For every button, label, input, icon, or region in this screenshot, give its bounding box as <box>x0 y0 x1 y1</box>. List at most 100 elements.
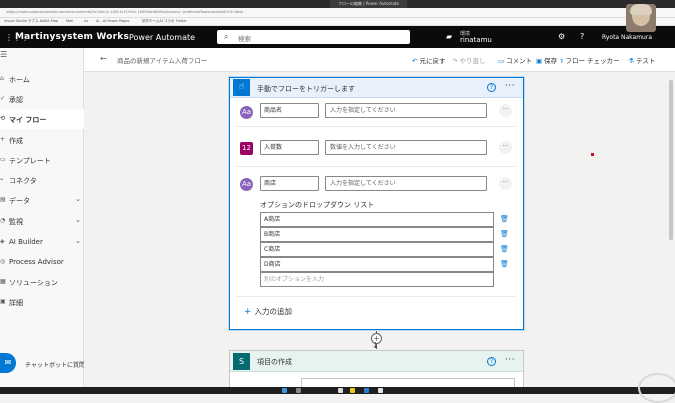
nav-label: Process Advisor <box>9 258 64 266</box>
nav-item-templates[interactable]: ▭ テンプレート <box>0 150 84 170</box>
undo-button[interactable]: ↶ 元に戻す <box>412 55 445 65</box>
edge-icon[interactable] <box>364 388 369 393</box>
address-url[interactable]: https://make.powerautomate.com/environme… <box>6 10 436 16</box>
settings-icon[interactable]: ⚙ <box>558 32 565 41</box>
test-label: テスト <box>635 57 656 65</box>
bookmarks-bar: Visual Studio サブス... NASA Map Mail Az Ai… <box>0 18 675 26</box>
nav-item-home[interactable]: ⌂ ホーム <box>0 69 84 89</box>
nav-item-data[interactable]: ▤ データ ⌄ <box>0 190 84 210</box>
dropdown-options-label: オプションのドロップダウン リスト <box>260 201 375 209</box>
redo-icon: ↷ <box>452 57 458 65</box>
nav-item-my-flows[interactable]: ⟲ マイ フロー <box>0 109 84 129</box>
browser-tab[interactable]: フローの編集 | Power Automate <box>330 0 407 8</box>
redo-label: やり直し <box>459 57 486 65</box>
nav-item-process-advisor[interactable]: ◎ Process Advisor <box>0 252 84 272</box>
home-icon: ⌂ <box>0 75 4 82</box>
windows-start-icon[interactable] <box>282 388 287 393</box>
row-more-icon[interactable]: ··· <box>499 141 512 154</box>
dropdown-option-field[interactable]: C商店 <box>260 242 494 257</box>
number-type-icon: 12 <box>240 142 253 155</box>
nav-label: ホーム <box>9 76 30 84</box>
dropdown-option-field[interactable]: B商店 <box>260 227 494 242</box>
bookmark-item[interactable]: 試作チームAI コラボ <box>142 19 174 24</box>
trash-icon[interactable]: 🗑 <box>500 260 509 268</box>
add-input-label: 入力の追加 <box>254 307 293 316</box>
search-taskbar-icon[interactable] <box>296 388 301 393</box>
nav-item-more[interactable]: ▣ 詳細 <box>0 292 84 312</box>
input-description-field[interactable]: 入力を指定してください <box>325 176 487 191</box>
new-option-field[interactable]: 別のオプションを入力 <box>260 272 494 287</box>
nav-item-monitor[interactable]: ◔ 監視 ⌄ <box>0 211 84 231</box>
plus-icon: + <box>244 307 252 317</box>
trash-icon[interactable]: 🗑 <box>500 215 509 223</box>
app-taskbar-icon[interactable] <box>378 388 383 393</box>
app-taskbar-icon[interactable] <box>338 388 343 393</box>
trash-icon[interactable]: 🗑 <box>500 230 509 238</box>
help-icon[interactable]: ? <box>487 357 496 366</box>
app-header: ⋮⋮⋮ Martinysystem Works Power Automate ⌕… <box>0 26 675 48</box>
my-flows-icon: ⟲ <box>0 115 6 122</box>
process-advisor-icon: ◎ <box>0 258 6 265</box>
trigger-card: ☝ 手動でフローをトリガーします ? ··· Aa 商品名 入力を指定してくださ… <box>229 77 524 330</box>
search-box[interactable]: ⌕ 検索 <box>217 30 410 44</box>
address-bar[interactable]: https://make.powerautomate.com/environme… <box>0 8 675 18</box>
scrollbar-thumb[interactable] <box>669 80 673 240</box>
dropdown-option-field[interactable]: A商店 <box>260 212 494 227</box>
text-type-icon: Aa <box>240 106 253 119</box>
user-name[interactable]: Ryota Nakamura <box>602 34 652 41</box>
nav-item-create[interactable]: + 作成 <box>0 130 84 150</box>
nav-item-ai-builder[interactable]: ◈ AI Builder ⌄ <box>0 232 84 252</box>
input-name-field[interactable]: 商品名 <box>260 103 319 118</box>
chevron-down-icon[interactable]: ⌄ <box>75 237 81 245</box>
row-more-icon[interactable]: ··· <box>499 177 512 190</box>
divider <box>236 296 517 297</box>
input-description-field[interactable]: 入力を指定してください <box>325 103 487 118</box>
help-icon[interactable]: ? <box>487 83 496 92</box>
back-arrow-icon[interactable]: ← <box>100 54 107 63</box>
bookmark-item[interactable]: Folder <box>176 19 187 23</box>
help-icon[interactable]: ? <box>580 32 584 41</box>
chevron-down-icon[interactable]: ⌄ <box>75 195 81 203</box>
save-button[interactable]: ▣ 保存 <box>536 55 557 65</box>
webcam-person-hair <box>630 4 652 15</box>
bookmark-item[interactable]: Visual Studio サブス... <box>4 19 42 24</box>
nav-label: AI Builder <box>9 238 43 246</box>
more-options-icon[interactable]: ··· <box>505 355 515 365</box>
product-name[interactable]: Power Automate <box>129 33 195 42</box>
nav-item-approvals[interactable]: ✓ 承認 <box>0 89 84 109</box>
ai-builder-icon: ◈ <box>0 238 5 245</box>
chatbot-button[interactable]: チャットボットに質問 <box>25 360 85 369</box>
flow-title[interactable]: 商品の新規アイテム入荷フロー <box>117 55 207 65</box>
input-name-field[interactable]: 商店 <box>260 176 319 191</box>
bookmark-item[interactable]: Ai - AI Power Pages <box>96 19 129 23</box>
input-name-field[interactable]: 入荷数 <box>260 140 319 155</box>
bookmark-item[interactable]: NASA Map <box>40 19 58 23</box>
add-input-button[interactable]: + 入力の追加 <box>244 306 292 317</box>
trash-icon[interactable]: 🗑 <box>500 245 509 253</box>
environment-icon[interactable]: ▰ <box>446 32 452 41</box>
more-options-icon[interactable]: ··· <box>505 81 515 91</box>
chevron-down-icon[interactable]: ⌄ <box>75 216 81 224</box>
nav-item-solutions[interactable]: ▦ ソリューション <box>0 272 84 292</box>
environment-name[interactable]: rinatamu <box>460 36 492 44</box>
comment-button[interactable]: ▭ コメント <box>498 55 532 65</box>
trigger-card-header[interactable]: ☝ 手動でフローをトリガーします ? ··· <box>230 78 523 98</box>
input-description-field[interactable]: 数値を入力してください <box>325 140 487 155</box>
dropdown-option-field[interactable]: D商店 <box>260 257 494 272</box>
more-icon: ▣ <box>0 298 6 305</box>
nav-label: データ <box>9 197 30 205</box>
nav-item-connectors[interactable]: ⌁ コネクタ <box>0 170 84 190</box>
bookmark-item[interactable]: Az <box>84 19 88 23</box>
menu-icon[interactable]: ☰ <box>0 50 7 59</box>
command-bar: ← 商品の新規アイテム入荷フロー ↶ 元に戻す ↷ やり直し ▭ コメント ▣ 保存 ⚕… <box>84 48 675 72</box>
test-button[interactable]: ⚗ テスト <box>628 55 655 65</box>
redo-button[interactable]: ↷ やり直し <box>452 55 485 65</box>
row-more-icon[interactable]: ··· <box>499 104 512 117</box>
bookmark-item[interactable]: Mail <box>66 19 73 23</box>
approvals-icon: ✓ <box>0 95 6 102</box>
org-brand[interactable]: Martinysystem Works <box>15 32 129 42</box>
action-card-header[interactable]: S 項目の作成 ? ··· <box>230 351 523 372</box>
folder-icon[interactable] <box>350 388 355 393</box>
flow-checker-button[interactable]: ⚕ フロー チェッカー <box>560 55 620 65</box>
solutions-icon: ▦ <box>0 278 6 285</box>
